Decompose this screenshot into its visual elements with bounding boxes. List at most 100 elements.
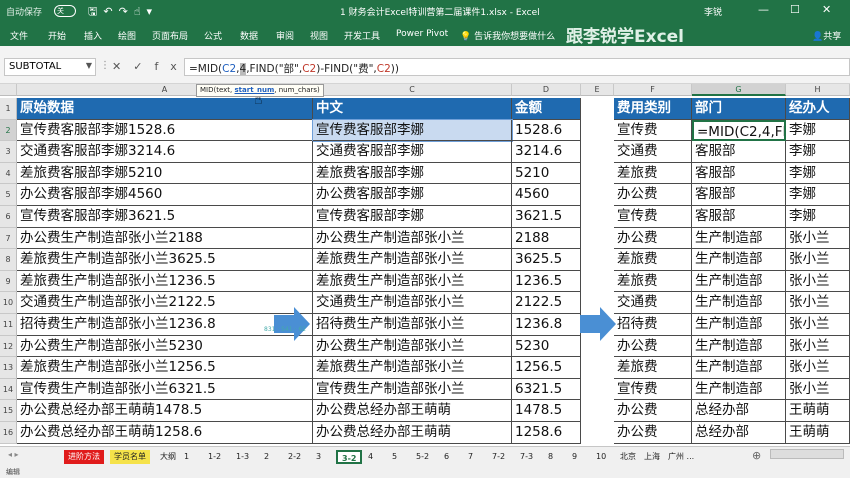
row-header[interactable]: 12 bbox=[0, 335, 17, 358]
cancel-icon[interactable]: ✕ bbox=[112, 60, 133, 73]
active-cell-g2[interactable]: =MID(C2,4,FIND bbox=[692, 119, 786, 142]
sheet-tab[interactable]: 上海 bbox=[640, 450, 664, 464]
tab-power-pivot[interactable]: Power Pivot bbox=[396, 29, 448, 39]
sheet-tab[interactable]: 7-2 bbox=[488, 450, 509, 464]
cell-a[interactable]: 差旅费客服部李娜5210 bbox=[17, 162, 313, 185]
undo-icon[interactable]: ↶ bbox=[103, 5, 118, 18]
row-header[interactable]: 10 bbox=[0, 292, 17, 314]
cell-d[interactable]: 3625.5 bbox=[512, 249, 581, 271]
cell-f[interactable]: 宣传费 bbox=[614, 119, 692, 142]
cell-c[interactable]: 办公费生产制造部张小兰 bbox=[313, 227, 512, 250]
sheet-tab[interactable]: 4 bbox=[364, 450, 377, 464]
row-header[interactable]: 6 bbox=[0, 206, 17, 228]
maximize-button[interactable]: ☐ bbox=[790, 3, 800, 16]
row-header[interactable]: 3 bbox=[0, 141, 17, 163]
cell-h[interactable]: 张小兰 bbox=[786, 357, 850, 379]
horizontal-scrollbar[interactable] bbox=[770, 449, 844, 459]
cell-a[interactable]: 差旅费生产制造部张小兰3625.5 bbox=[17, 249, 313, 271]
row-header[interactable]: 4 bbox=[0, 162, 17, 185]
cell-h[interactable]: 李娜 bbox=[786, 184, 850, 206]
tab-file[interactable]: 文件 bbox=[10, 29, 28, 42]
cell-h[interactable]: 张小兰 bbox=[786, 227, 850, 250]
cell-f[interactable]: 办公费 bbox=[614, 227, 692, 250]
header-cell-h[interactable]: 经办人 bbox=[786, 98, 850, 120]
cell-d[interactable]: 3214.6 bbox=[512, 141, 581, 163]
cell-a[interactable]: 交通费生产制造部张小兰2122.5 bbox=[17, 292, 313, 314]
sheet-tab[interactable]: 2 bbox=[260, 450, 273, 464]
customize-qat-icon[interactable]: ▾ bbox=[147, 5, 159, 18]
sheet-tab[interactable]: 2-2 bbox=[284, 450, 305, 464]
cell-h[interactable]: 李娜 bbox=[786, 206, 850, 228]
sheet-tab[interactable]: 广州 ... bbox=[664, 450, 698, 464]
touch-mode-icon[interactable]: ☝ bbox=[134, 5, 147, 18]
cell-f[interactable]: 差旅费 bbox=[614, 162, 692, 185]
minimize-button[interactable]: — bbox=[758, 3, 769, 16]
cell-g[interactable]: 生产制造部 bbox=[692, 378, 786, 401]
column-header[interactable]: C bbox=[313, 84, 512, 96]
row-header[interactable]: 11 bbox=[0, 314, 17, 336]
cell-c[interactable]: 差旅费生产制造部张小兰 bbox=[313, 270, 512, 293]
tooltip-current-arg[interactable]: start_num bbox=[235, 86, 275, 94]
cell-d[interactable]: 1236.5 bbox=[512, 270, 581, 293]
cell-f[interactable]: 差旅费 bbox=[614, 270, 692, 293]
cell-d[interactable]: 1256.5 bbox=[512, 357, 581, 379]
cell-c[interactable]: 差旅费生产制造部张小兰 bbox=[313, 357, 512, 379]
add-sheet-icon[interactable]: ⊕ bbox=[752, 449, 761, 462]
cell-h[interactable]: 李娜 bbox=[786, 119, 850, 142]
tab-review[interactable]: 审阅 bbox=[276, 29, 294, 42]
share-button[interactable]: 👤共享 bbox=[812, 29, 841, 42]
cell-h[interactable]: 李娜 bbox=[786, 162, 850, 185]
tab-data[interactable]: 数据 bbox=[240, 29, 258, 42]
formula-input[interactable]: =MID(C2,4,FIND("部",C2)-FIND("费",C2)) bbox=[184, 58, 850, 76]
cell-a[interactable]: 办公费总经办部王萌萌1478.5 bbox=[17, 400, 313, 422]
cell-f[interactable]: 办公费 bbox=[614, 184, 692, 206]
cell-c[interactable]: 办公费客服部李娜 bbox=[313, 184, 512, 206]
cell-d[interactable]: 1258.6 bbox=[512, 422, 581, 444]
cell-a[interactable]: 宣传费客服部李娜1528.6 bbox=[17, 119, 313, 142]
user-name[interactable]: 李锐 bbox=[704, 5, 722, 18]
cell-c[interactable]: 宣传费生产制造部张小兰 bbox=[313, 378, 512, 401]
cell-g[interactable]: 客服部 bbox=[692, 184, 786, 206]
redo-icon[interactable]: ↷ bbox=[119, 5, 134, 18]
cell-c[interactable]: 交通费客服部李娜 bbox=[313, 141, 512, 163]
cell-c[interactable]: 宣传费客服部李娜 bbox=[313, 206, 512, 228]
cell-g[interactable]: 客服部 bbox=[692, 141, 786, 163]
cell-c[interactable]: 办公费总经办部王萌萌 bbox=[313, 422, 512, 444]
sheet-tab[interactable]: 1-3 bbox=[232, 450, 253, 464]
cell-f[interactable]: 办公费 bbox=[614, 422, 692, 444]
row-header[interactable]: 15 bbox=[0, 400, 17, 422]
save-icon[interactable]: 🖫 bbox=[88, 5, 103, 18]
cell-a[interactable]: 宣传费客服部李娜3621.5 bbox=[17, 206, 313, 228]
cell-g[interactable]: 生产制造部 bbox=[692, 270, 786, 293]
tab-draw[interactable]: 绘图 bbox=[118, 29, 136, 42]
cell-c[interactable]: 差旅费客服部李娜 bbox=[313, 162, 512, 185]
close-button[interactable]: ✕ bbox=[822, 3, 831, 16]
cell-g[interactable]: 生产制造部 bbox=[692, 357, 786, 379]
cell-h[interactable]: 张小兰 bbox=[786, 378, 850, 401]
cell-a[interactable]: 办公费客服部李娜4560 bbox=[17, 184, 313, 206]
cell-d[interactable]: 1478.5 bbox=[512, 400, 581, 422]
cell-f[interactable]: 招待费 bbox=[614, 314, 692, 336]
cell-f[interactable]: 宣传费 bbox=[614, 206, 692, 228]
cell-h[interactable]: 张小兰 bbox=[786, 270, 850, 293]
worksheet-grid[interactable]: ACDEFGH 1 2 3 4 5 6 7 8 9 10 11 12 13 14 15 16 原始数据 中文 金额… bbox=[0, 84, 850, 446]
cell-f[interactable]: 交通费 bbox=[614, 141, 692, 163]
cell-f[interactable]: 宣传费 bbox=[614, 378, 692, 401]
sheet-tab[interactable]: 5 bbox=[388, 450, 401, 464]
cell-a[interactable]: 办公费生产制造部张小兰2188 bbox=[17, 227, 313, 250]
tab-view[interactable]: 视图 bbox=[310, 29, 328, 42]
cell-h[interactable]: 张小兰 bbox=[786, 249, 850, 271]
cell-f[interactable]: 差旅费 bbox=[614, 357, 692, 379]
row-header[interactable]: 16 bbox=[0, 422, 17, 444]
sheet-tab[interactable]: 7 bbox=[464, 450, 477, 464]
cell-a[interactable]: 交通费客服部李娜3214.6 bbox=[17, 141, 313, 163]
header-cell-f[interactable]: 费用类别 bbox=[614, 98, 692, 120]
cell-g[interactable]: 总经办部 bbox=[692, 400, 786, 422]
cell-a[interactable]: 办公费生产制造部张小兰5230 bbox=[17, 335, 313, 358]
header-cell-g[interactable]: 部门 bbox=[692, 98, 786, 120]
cell-g[interactable]: 生产制造部 bbox=[692, 292, 786, 314]
header-cell-a[interactable]: 原始数据 bbox=[17, 98, 313, 120]
column-header[interactable]: F bbox=[614, 84, 692, 96]
row-header[interactable]: 9 bbox=[0, 270, 17, 293]
cell-f[interactable]: 交通费 bbox=[614, 292, 692, 314]
